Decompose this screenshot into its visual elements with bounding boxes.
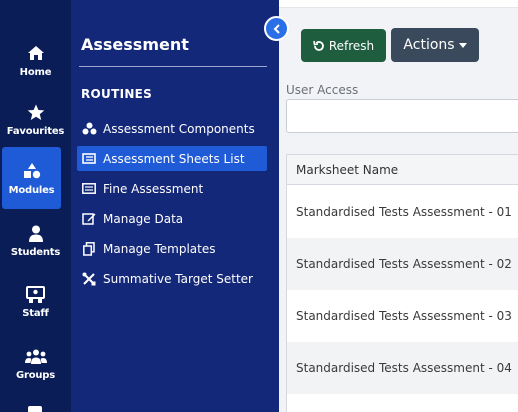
top-bar <box>279 0 518 8</box>
person-icon <box>0 223 71 243</box>
column-header-marksheet-name[interactable]: Marksheet Name <box>287 155 518 185</box>
components-icon <box>81 122 97 136</box>
rail-item-label: Students <box>10 247 61 258</box>
menu-item-label: Assessment Sheets List <box>103 151 245 166</box>
tools-icon <box>81 272 97 286</box>
menu-item-label: Assessment Components <box>103 121 255 136</box>
menu-item-manage-templates[interactable]: Manage Templates <box>77 236 267 261</box>
rail-item-label: Home <box>19 67 52 78</box>
rail-item-modules[interactable]: Modules <box>2 147 61 209</box>
home-icon <box>0 43 71 63</box>
chevron-left-icon <box>273 23 281 34</box>
rail-item-label: Modules <box>8 185 55 196</box>
list-icon <box>81 182 97 196</box>
table-row[interactable]: Standardised Tests Assessment - 03 <box>287 290 518 342</box>
copy-icon <box>81 241 97 256</box>
menu-item-manage-data[interactable]: Manage Data <box>77 206 267 231</box>
actions-dropdown-button[interactable]: Actions <box>391 28 479 62</box>
rail-item-favourites[interactable]: Favourites <box>0 88 71 150</box>
rail-item-home[interactable]: Home <box>0 29 71 91</box>
sheets-list-icon <box>81 152 97 166</box>
section-heading: ROUTINES <box>81 87 153 101</box>
table-row[interactable]: Standardised Tests Assessment - 02 <box>287 238 518 290</box>
user-access-input[interactable] <box>286 99 518 133</box>
panel-divider <box>79 66 267 67</box>
menu-item-label: Manage Data <box>103 211 184 226</box>
menu-item-assessment-components[interactable]: Assessment Components <box>77 116 267 141</box>
table-row[interactable]: Standardised Tests Assessment - 01 <box>287 186 518 238</box>
menu-item-summative-target-setter[interactable]: Summative Target Setter <box>77 266 267 291</box>
actions-label: Actions <box>403 37 455 53</box>
rail-item-groups[interactable]: Groups <box>0 332 71 394</box>
refresh-label: Refresh <box>328 38 375 53</box>
nav-rail: Home Favourites Modules Students Staff G… <box>0 0 71 412</box>
rail-item-partial[interactable] <box>28 406 42 412</box>
rail-item-label: Groups <box>15 370 56 381</box>
refresh-icon <box>313 40 325 52</box>
group-icon <box>0 346 71 366</box>
menu-item-fine-assessment[interactable]: Fine Assessment <box>77 176 267 201</box>
rail-item-students[interactable]: Students <box>0 209 71 271</box>
star-icon <box>0 102 71 122</box>
rail-item-label: Favourites <box>6 126 65 137</box>
rail-item-staff[interactable]: Staff <box>0 270 71 332</box>
marksheet-table: Marksheet Name Standardised Tests Assess… <box>286 154 518 412</box>
module-panel: Assessment ROUTINES Assessment Component… <box>71 0 279 412</box>
menu-item-label: Fine Assessment <box>103 181 204 196</box>
refresh-button[interactable]: Refresh <box>301 29 386 62</box>
table-row[interactable]: Standardised Tests Assessment - 04 <box>287 342 518 394</box>
modules-icon <box>2 161 61 181</box>
collapse-panel-button[interactable] <box>264 16 289 41</box>
caret-down-icon <box>458 42 467 48</box>
menu-item-label: Summative Target Setter <box>103 271 253 286</box>
staff-icon <box>0 284 71 304</box>
rail-item-label: Staff <box>22 308 49 319</box>
edit-icon <box>81 212 97 226</box>
menu-item-assessment-sheets-list[interactable]: Assessment Sheets List <box>77 146 267 171</box>
panel-title: Assessment <box>81 35 189 54</box>
user-access-label: User Access <box>286 83 359 97</box>
menu-item-label: Manage Templates <box>103 241 216 256</box>
